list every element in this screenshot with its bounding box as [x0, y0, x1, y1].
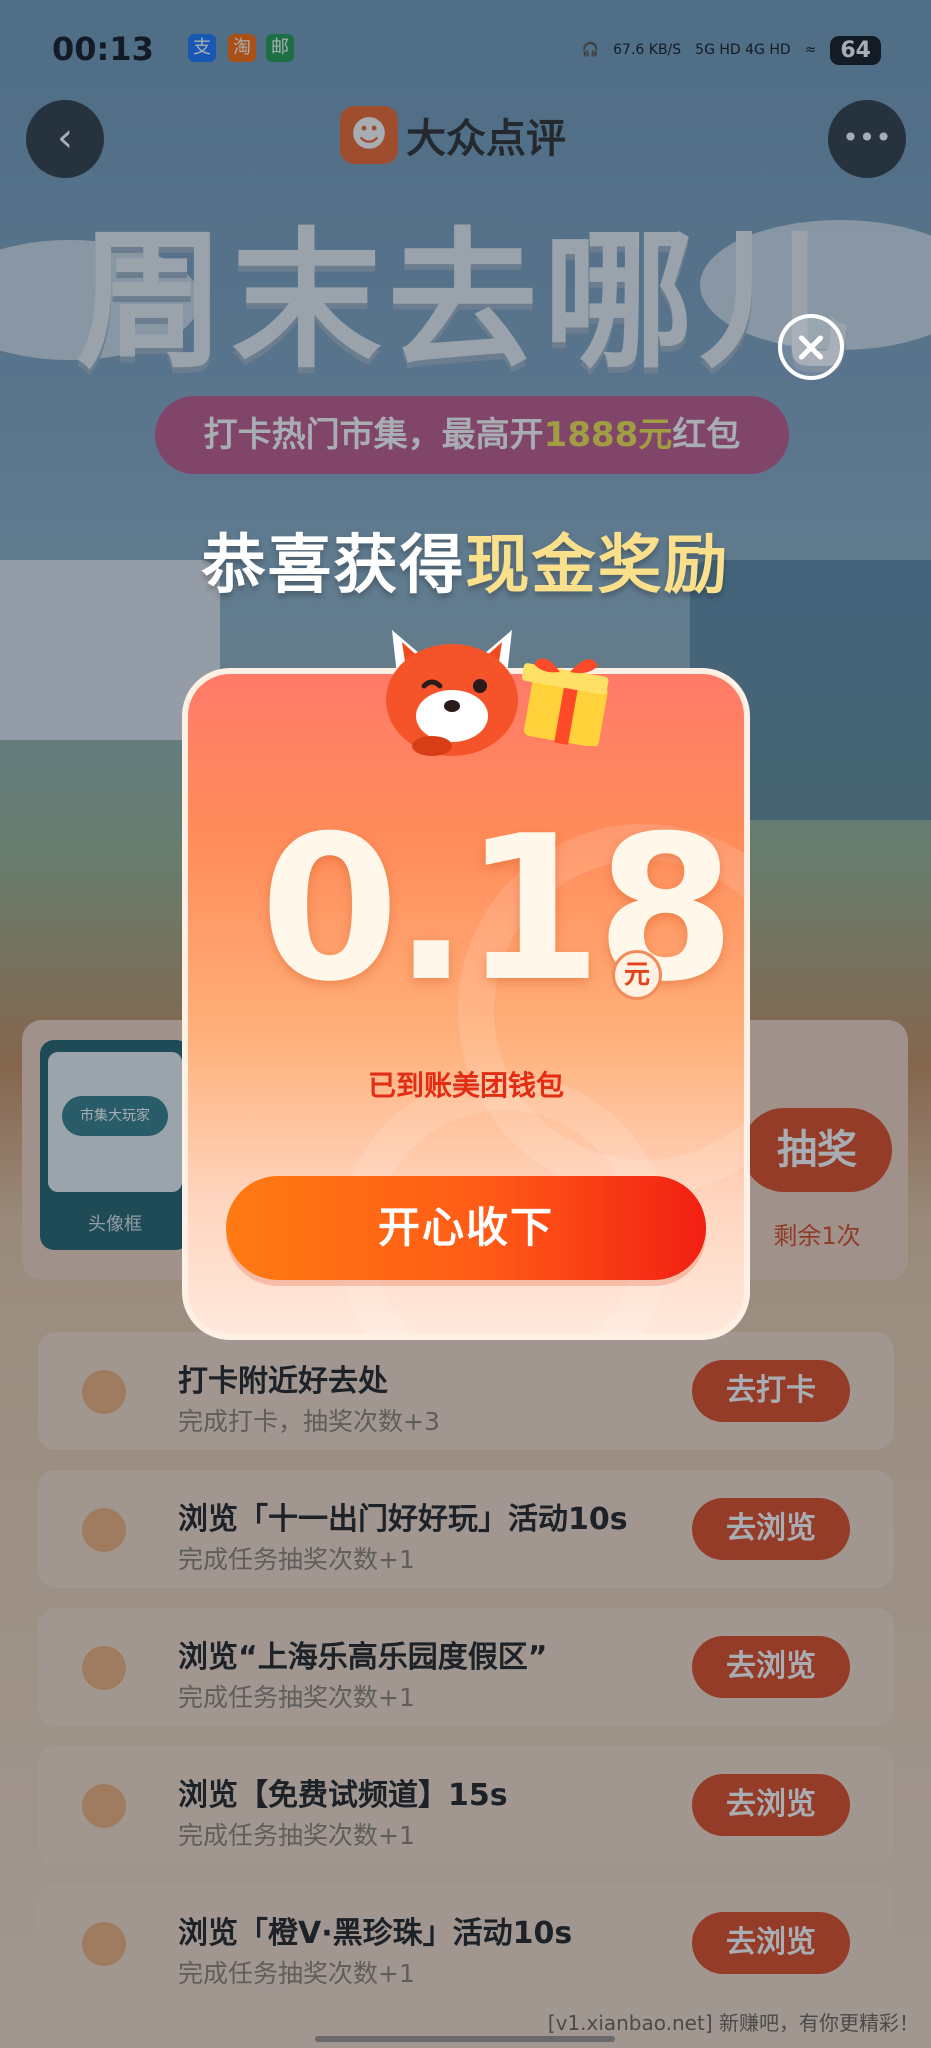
reward-amount: 0.18	[260, 793, 735, 1026]
credited-message: 已到账美团钱包	[367, 1069, 564, 1102]
gift-box-icon	[521, 658, 609, 746]
close-button[interactable]	[778, 314, 844, 380]
modal-heading: 恭喜获得现金奖励	[0, 514, 931, 606]
red-panda-mascot-icon	[386, 630, 518, 756]
watermark: [v1.xianbao.net] 新赚吧，有你更精彩！	[547, 2011, 919, 2035]
accept-reward-button[interactable]: 开心收下	[226, 1176, 706, 1280]
heading-prefix: 恭喜获得	[201, 529, 466, 603]
heading-highlight: 现金奖励	[465, 529, 730, 603]
currency-unit: 元	[612, 950, 662, 1000]
home-indicator[interactable]	[315, 2036, 615, 2042]
reward-amount-box: 0.18 元	[182, 800, 750, 1020]
